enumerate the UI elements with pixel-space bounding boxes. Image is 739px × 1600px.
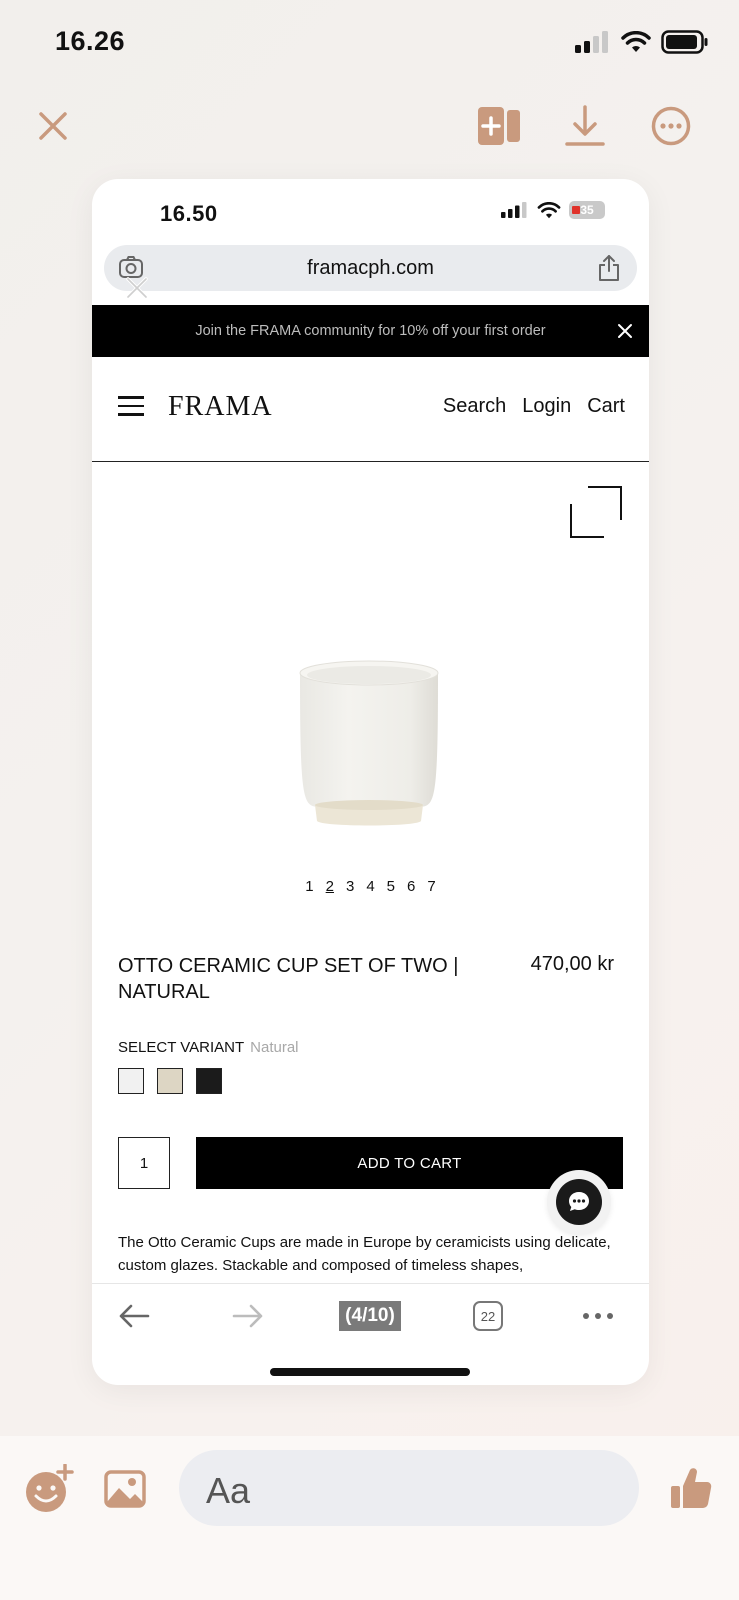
promo-banner: Join the FRAMA community for 10% off you…: [92, 305, 649, 357]
swatch-white[interactable]: [118, 1068, 144, 1094]
like-button[interactable]: [670, 1466, 712, 1515]
chat-button[interactable]: [547, 1170, 611, 1234]
arrow-right-icon: [232, 1304, 263, 1328]
battery-icon: [661, 30, 708, 54]
more-icon: [651, 106, 691, 146]
gallery-button[interactable]: [104, 1470, 146, 1513]
message-input-placeholder: Aa: [206, 1470, 251, 1511]
pager-page-1[interactable]: 1: [305, 878, 313, 895]
site-header: FRAMA Search Login Cart: [92, 357, 649, 462]
pager-page-2[interactable]: 2: [326, 878, 334, 895]
pager-page-3[interactable]: 3: [346, 878, 354, 895]
variant-label-text: SELECT VARIANT: [118, 1039, 245, 1056]
banner-close-icon[interactable]: [613, 319, 637, 343]
product-description: The Otto Ceramic Cups are made in Europe…: [118, 1234, 611, 1274]
site-logo[interactable]: FRAMA: [168, 391, 273, 423]
screenshot-page-counter: (4/10): [339, 1301, 401, 1331]
variant-selected-value: Natural: [250, 1039, 299, 1056]
menu-icon[interactable]: [118, 396, 144, 418]
image-icon: [104, 1470, 146, 1508]
nav-cart-link[interactable]: Cart: [587, 395, 625, 418]
thumbs-up-icon: [671, 1468, 712, 1508]
product-image: [299, 660, 439, 826]
status-icons: [575, 30, 709, 54]
pager-page-6[interactable]: 6: [407, 878, 415, 895]
variant-swatches: [118, 1068, 222, 1094]
close-button[interactable]: [29, 102, 77, 150]
add-sticker-button[interactable]: [24, 1463, 74, 1519]
swatch-black[interactable]: [196, 1068, 222, 1094]
url-bar[interactable]: framacph.com: [104, 245, 637, 291]
more-options-button[interactable]: [647, 102, 695, 150]
swatch-natural[interactable]: [157, 1068, 183, 1094]
emoji-add-icon: [26, 1463, 74, 1512]
home-indicator: [270, 1368, 470, 1376]
ellipsis-icon: [583, 1313, 613, 1319]
dismiss-x-icon: [126, 277, 148, 299]
product-title: OTTO CERAMIC CUP SET OF TWO | NATURAL: [118, 955, 459, 1003]
add-to-page-button[interactable]: [475, 102, 523, 150]
back-button[interactable]: [114, 1296, 154, 1336]
product-price: 470,00 kr: [530, 953, 614, 975]
download-button[interactable]: [561, 102, 609, 150]
inner-status-icons: 35: [501, 201, 605, 219]
nav-login-link[interactable]: Login: [522, 395, 571, 418]
pager-page-7[interactable]: 7: [427, 878, 435, 895]
download-icon: [565, 105, 605, 146]
status-time: 16.26: [55, 26, 126, 56]
add-to-page-icon: [478, 107, 520, 145]
cellular-signal-icon: [575, 31, 608, 53]
browser-toolbar: (4/10) 22: [92, 1283, 649, 1347]
arrow-left-icon: [119, 1304, 150, 1328]
forward-button[interactable]: [228, 1296, 268, 1336]
wifi-icon: [621, 31, 651, 52]
variant-label: SELECT VARIANT Natural: [118, 1039, 299, 1056]
cellular-signal-icon: [501, 202, 527, 218]
expand-icon[interactable]: [570, 486, 622, 538]
wifi-icon: [537, 201, 561, 218]
inner-status-time: 16.50: [160, 201, 218, 226]
promo-banner-text: Join the FRAMA community for 10% off you…: [195, 323, 546, 339]
pager-page-5[interactable]: 5: [387, 878, 395, 895]
pager-page-4[interactable]: 4: [366, 878, 374, 895]
screenshot-preview[interactable]: 16.50 35 framacph.com Join the FRAMA com…: [92, 179, 649, 1385]
quantity-input[interactable]: 1: [118, 1137, 170, 1189]
battery-icon: 35: [569, 201, 605, 219]
share-icon[interactable]: [597, 254, 621, 282]
battery-level: 35: [580, 203, 594, 217]
chat-icon: [556, 1179, 602, 1225]
close-icon: [39, 112, 67, 140]
url-text: framacph.com: [307, 257, 434, 279]
image-pager: 1 2 3 4 5 6 7: [92, 878, 649, 895]
tabs-button[interactable]: 22: [473, 1301, 503, 1331]
browser-more-button[interactable]: [578, 1296, 618, 1336]
header-nav: Search Login Cart: [443, 395, 625, 418]
nav-search-link[interactable]: Search: [443, 395, 506, 418]
